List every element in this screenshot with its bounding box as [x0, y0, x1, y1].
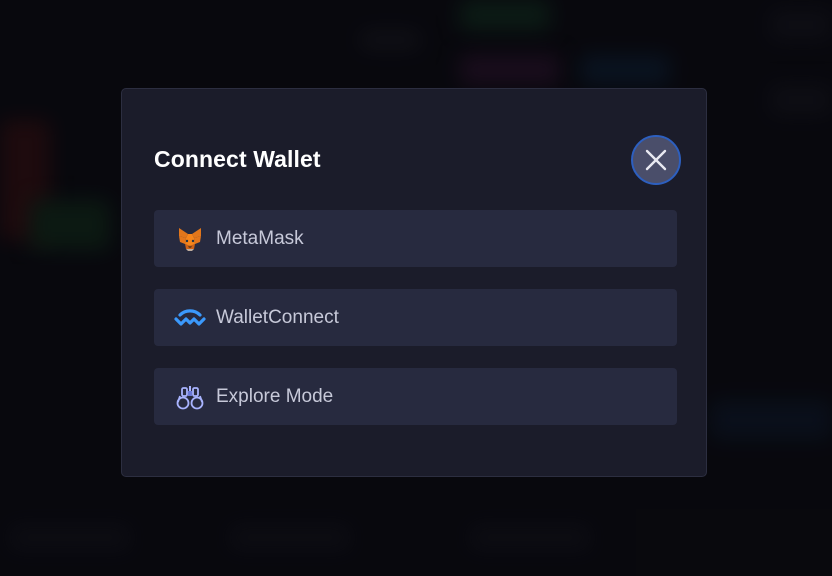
close-button[interactable] — [631, 135, 681, 185]
metamask-option[interactable]: MetaMask — [154, 210, 677, 267]
walletconnect-option[interactable]: WalletConnect — [154, 289, 677, 346]
modal-title: Connect Wallet — [154, 146, 321, 172]
close-icon — [645, 149, 667, 171]
wallet-option-label: WalletConnect — [216, 307, 339, 328]
binoculars-icon — [176, 383, 204, 411]
wallet-option-label: Explore Mode — [216, 386, 334, 407]
metamask-fox-icon — [176, 225, 204, 253]
walletconnect-icon — [174, 304, 206, 332]
wallet-option-label: MetaMask — [216, 228, 304, 249]
explore-mode-option[interactable]: Explore Mode — [154, 368, 677, 425]
connect-wallet-modal: Connect Wallet MetaMask WalletConnect Ex… — [121, 88, 707, 477]
